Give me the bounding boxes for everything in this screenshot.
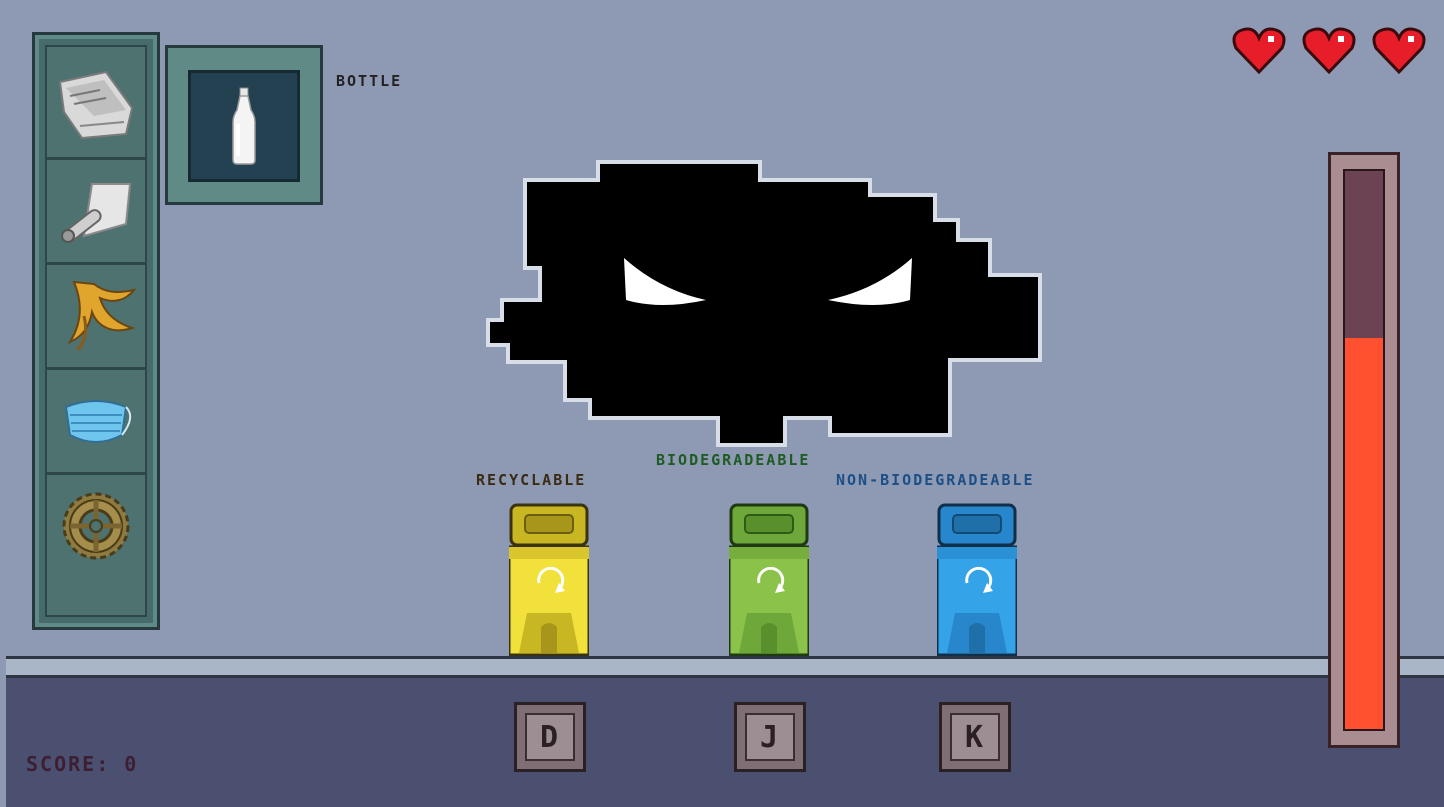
heart-icon [1372,27,1426,75]
health-bar-track [1343,169,1385,731]
heart-icon [1232,27,1286,75]
floor [6,678,1444,807]
non-biodegradeable-bin[interactable] [937,503,1017,656]
item-queue-inner [45,45,147,617]
bottle-icon [232,87,256,165]
queue-slot-foil [47,160,145,265]
newspaper-icon [58,70,134,140]
bin-label-non-biodegradeable: NON-BIODEGRADEABLE [836,471,1035,489]
current-item-panel [165,45,323,205]
health-bar-fill [1345,338,1383,729]
key-d-label: D [525,713,575,761]
conveyor-ledge [6,656,1444,678]
face-mask-icon [64,400,132,443]
heart-icon [1302,27,1356,75]
score-text: SCORE: 0 [26,752,139,776]
key-k-label: K [950,713,1000,761]
queue-slot-banana-peel [47,265,145,370]
aluminium-foil-icon [61,183,132,243]
bin-label-biodegradeable: BIODEGRADEABLE [656,451,811,469]
item-queue-panel [32,32,160,630]
key-d-button[interactable]: D [514,702,586,772]
recyclable-bin[interactable] [509,503,589,656]
shadow-monster [486,160,1042,447]
queue-slot-face-mask [47,370,145,475]
queue-slot-newspaper [47,55,145,160]
queue-slot-gear [47,475,145,577]
current-item-slot [188,70,300,182]
gear-icon [62,492,130,560]
key-j-button[interactable]: J [734,702,806,772]
banana-peel-icon [67,280,137,351]
health-bar [1328,152,1400,748]
key-j-label: J [745,713,795,761]
biodegradeable-bin[interactable] [729,503,809,656]
current-item-label: BOTTLE [336,72,403,90]
bin-label-recyclable: RECYCLABLE [476,471,587,489]
key-k-button[interactable]: K [939,702,1011,772]
